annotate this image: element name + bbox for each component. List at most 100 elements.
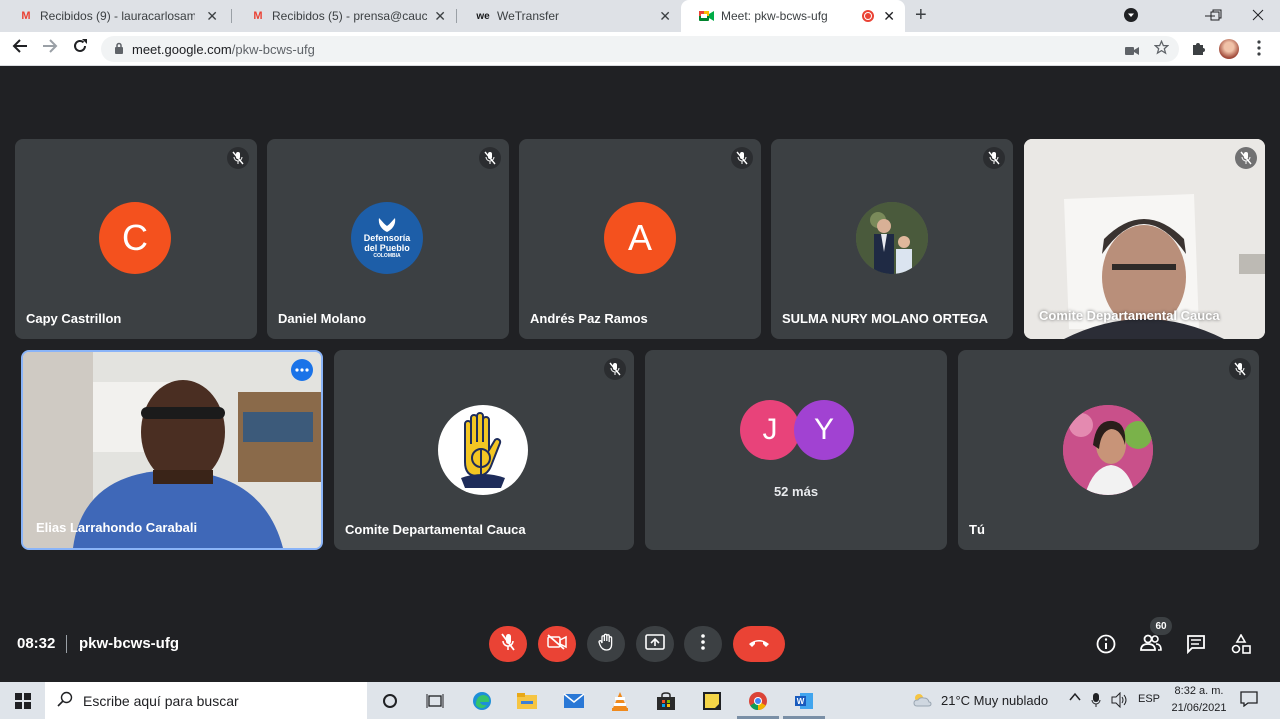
- more-participants-tile[interactable]: J Y 52 más: [645, 350, 947, 550]
- camera-in-use-icon[interactable]: [1125, 43, 1139, 59]
- video-frame: [23, 352, 321, 548]
- participant-name: Daniel Molano: [278, 311, 367, 326]
- present-screen-button[interactable]: [636, 626, 674, 662]
- participant-tile[interactable]: C Capy Castrillon: [15, 139, 257, 339]
- chat-icon[interactable]: [1186, 634, 1206, 659]
- notifications-icon[interactable]: [1240, 691, 1258, 710]
- profile-avatar[interactable]: [1219, 39, 1239, 59]
- tab-meet[interactable]: Meet: pkw-bcws-ufg ✕: [681, 0, 905, 32]
- extensions-puzzle-icon[interactable]: [1191, 40, 1207, 61]
- participant-tile[interactable]: SULMA NURY MOLANO ORTEGA: [771, 139, 1013, 339]
- tab-search-icon[interactable]: [1124, 8, 1138, 27]
- self-tile[interactable]: Tú: [958, 350, 1259, 550]
- mic-off-icon: [983, 147, 1005, 169]
- input-language[interactable]: ESP: [1138, 693, 1160, 705]
- back-arrow-icon[interactable]: [12, 38, 28, 59]
- participant-name: Comite Departamental Cauca: [345, 522, 526, 537]
- participant-name: SULMA NURY MOLANO ORTEGA: [782, 311, 989, 326]
- meeting-info-icon[interactable]: [1096, 634, 1116, 659]
- word-icon[interactable]: W: [793, 691, 815, 711]
- mic-off-icon: [604, 358, 626, 380]
- file-explorer-icon[interactable]: [516, 691, 538, 711]
- avatar: C: [99, 202, 171, 274]
- mic-toggle-button[interactable]: [489, 626, 527, 662]
- tab-gmail-2[interactable]: M Recibidos (5) - prensa@cauca.gov.co ✕: [232, 0, 456, 32]
- close-tab-icon[interactable]: ✕: [434, 8, 446, 25]
- lock-icon: [114, 42, 124, 57]
- self-avatar-photo: [1063, 405, 1153, 495]
- taskbar-search-box[interactable]: Escribe aquí para buscar: [45, 682, 367, 719]
- new-tab-button[interactable]: +: [915, 4, 927, 27]
- participant-name: Capy Castrillon: [26, 311, 122, 326]
- edge-browser-icon[interactable]: [471, 691, 493, 711]
- google-meet-icon: [699, 8, 715, 24]
- weather-text[interactable]: 21°C Muy nublado: [941, 693, 1048, 708]
- participant-count-badge: 60: [1150, 617, 1172, 635]
- url-path: /pkw-bcws-ufg: [231, 41, 315, 57]
- tab-title: WeTransfer: [497, 9, 560, 23]
- mic-off-icon: [731, 147, 753, 169]
- tab-wetransfer[interactable]: we WeTransfer ✕: [457, 0, 681, 32]
- activities-icon[interactable]: [1231, 633, 1251, 659]
- tab-title: Recibidos (9) - lauracarlosama@gmail.com: [40, 9, 195, 23]
- present-icon: [645, 633, 665, 655]
- avatar: Y: [794, 400, 854, 460]
- raise-hand-button[interactable]: [587, 626, 625, 662]
- cortana-icon[interactable]: [379, 691, 401, 711]
- tab-gmail-1[interactable]: M Recibidos (9) - lauracarlosama@gmail.c…: [0, 0, 228, 32]
- sticky-notes-icon[interactable]: [701, 691, 723, 711]
- store-icon[interactable]: [655, 691, 677, 711]
- camera-toggle-button[interactable]: [538, 626, 576, 662]
- people-icon[interactable]: [1140, 634, 1162, 657]
- close-tab-icon[interactable]: ✕: [659, 8, 671, 25]
- logo-text: Defensoría: [363, 233, 411, 243]
- bookmark-star-icon[interactable]: [1153, 39, 1170, 58]
- gmail-icon: M: [21, 10, 31, 22]
- tab-title: Recibidos (5) - prensa@cauca.gov.co: [272, 9, 427, 23]
- reload-icon[interactable]: [72, 38, 88, 59]
- close-tab-icon[interactable]: ✕: [883, 8, 895, 25]
- browser-toolbar: meet.google.com/pkw-bcws-ufg: [0, 32, 1280, 66]
- clock-date[interactable]: 21/06/2021: [1170, 702, 1228, 714]
- weather-icon[interactable]: [912, 692, 932, 711]
- logo-text: COLOMBIA: [373, 253, 401, 259]
- microphone-tray-icon[interactable]: [1091, 692, 1101, 711]
- address-bar[interactable]: meet.google.com/pkw-bcws-ufg: [101, 36, 1179, 62]
- close-window-icon[interactable]: [1252, 8, 1264, 26]
- clock-time[interactable]: 8:32 a. m.: [1170, 685, 1228, 697]
- windows-start-icon[interactable]: [12, 691, 34, 711]
- participant-name: Elias Larrahondo Carabali: [36, 520, 198, 535]
- mic-off-icon: [1235, 147, 1257, 169]
- task-view-icon[interactable]: [424, 691, 446, 711]
- vlc-icon[interactable]: [609, 691, 631, 711]
- menu-kebab-icon[interactable]: [1257, 40, 1261, 61]
- participant-name: Tú: [969, 522, 985, 537]
- url-host: meet.google.com: [132, 41, 232, 57]
- participant-tile[interactable]: Defensoría del Pueblo COLOMBIA Daniel Mo…: [267, 139, 509, 339]
- volume-icon[interactable]: [1111, 691, 1129, 711]
- more-count-label: 52 más: [773, 484, 819, 499]
- mic-off-icon: [501, 632, 515, 656]
- chrome-icon[interactable]: [747, 691, 769, 711]
- restore-icon[interactable]: [1210, 8, 1222, 26]
- participant-tile[interactable]: Comite Departamental Cauca: [334, 350, 634, 550]
- logo-text: del Pueblo: [364, 243, 410, 253]
- windows-taskbar: Escribe aquí para buscar W 21°C Muy nubl…: [0, 682, 1280, 719]
- forward-arrow-icon[interactable]: [42, 38, 58, 59]
- avatar: A: [604, 202, 676, 274]
- close-tab-icon[interactable]: ✕: [206, 8, 218, 25]
- meeting-code: pkw-bcws-ufg: [79, 635, 179, 652]
- show-hidden-icons-chevron-icon[interactable]: [1069, 691, 1081, 706]
- participant-video-tile[interactable]: Comite Departamental Cauca: [1024, 139, 1265, 339]
- participant-video-tile-pinned[interactable]: Elias Larrahondo Carabali: [21, 350, 323, 550]
- participant-tile[interactable]: A Andrés Paz Ramos: [519, 139, 761, 339]
- mail-icon[interactable]: [563, 691, 585, 711]
- hand-logo-avatar: [438, 405, 528, 495]
- recording-indicator-icon: [862, 10, 874, 22]
- wetransfer-icon: we: [476, 10, 490, 22]
- participant-name: Andrés Paz Ramos: [530, 311, 648, 326]
- more-options-icon[interactable]: [291, 359, 313, 381]
- more-options-button[interactable]: [684, 626, 722, 662]
- meet-stage: C Capy Castrillon Defensoría del Pueblo …: [0, 67, 1280, 682]
- leave-call-button[interactable]: [733, 626, 785, 662]
